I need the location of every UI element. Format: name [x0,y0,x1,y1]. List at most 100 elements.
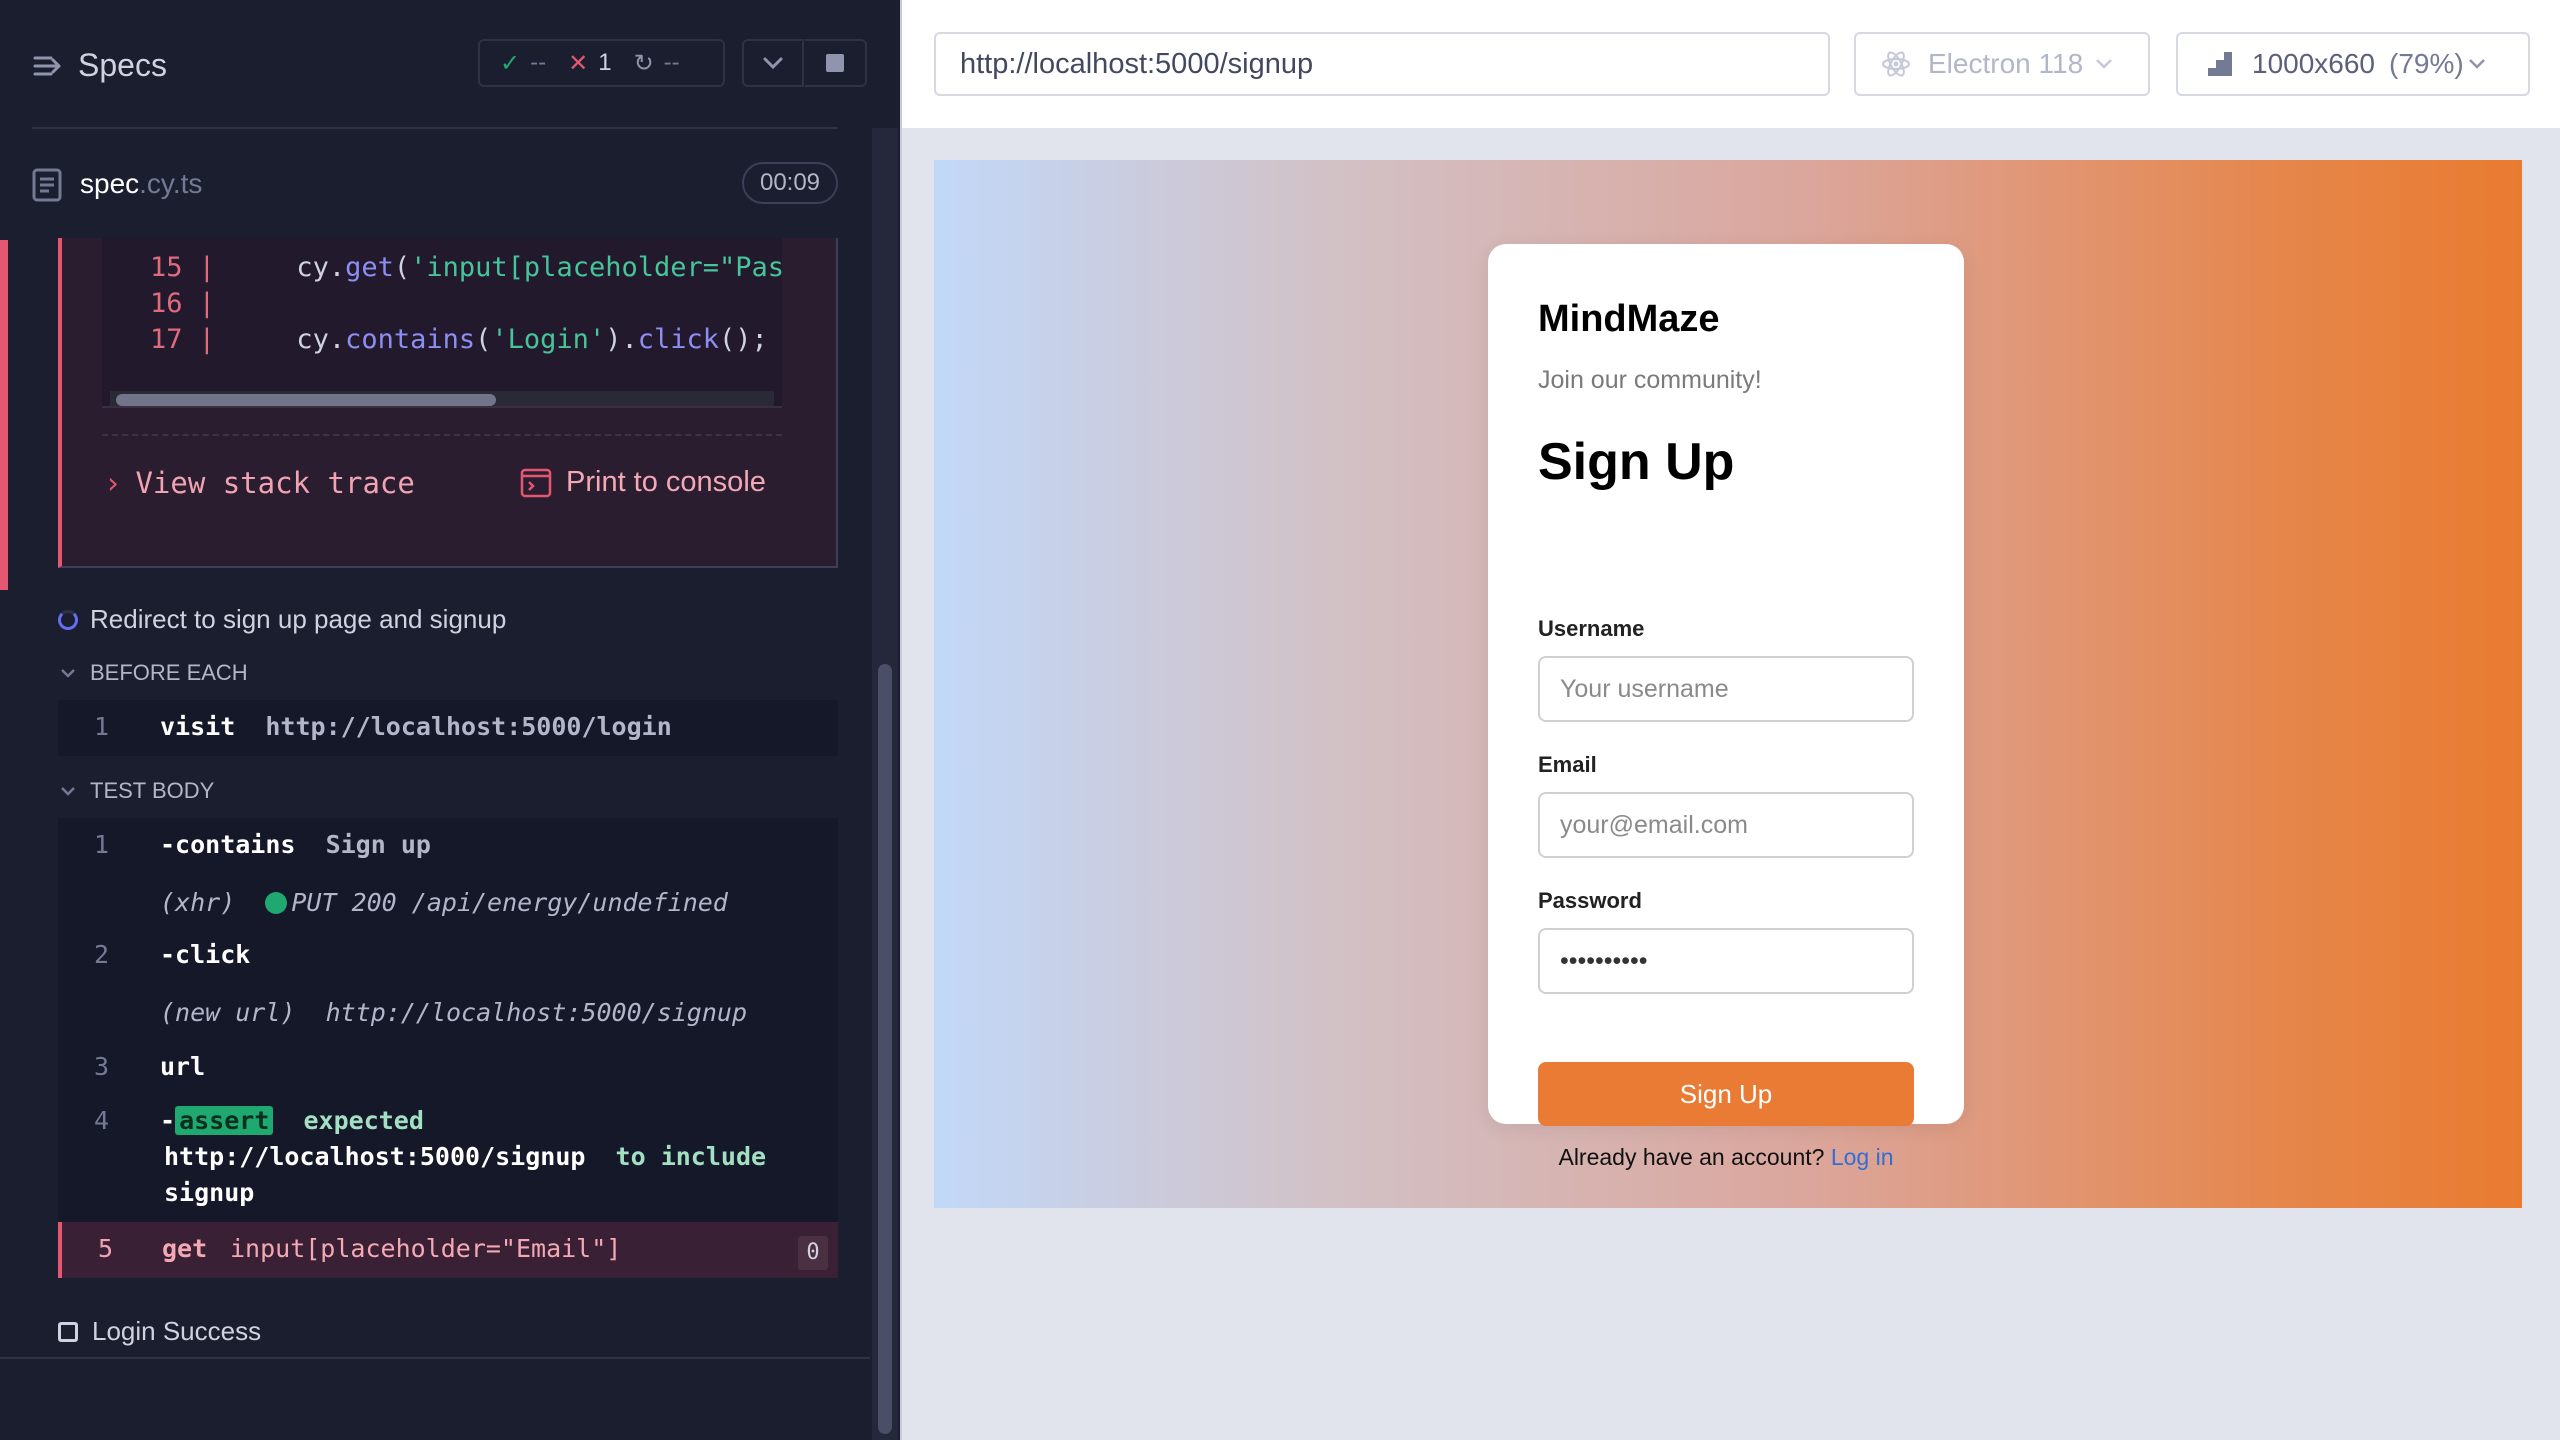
reporter-panel: Specs ✓ -- ✕ 1 ↻ -- spec.cy.ts 00:09 15 … [0,0,900,1440]
email-label: Email [1538,752,1597,777]
test-title-label: Login Success [92,1316,262,1346]
viewport-selector[interactable]: 1000x660 (79%) [2176,32,2530,96]
command-number: 5 [98,1234,114,1263]
chevron-right-icon: › [104,466,122,500]
command-name: get [162,1234,208,1263]
print-to-console-button[interactable]: Print to console [520,466,766,499]
pending-stat: ↻ -- [634,49,680,78]
code-line-15: 15 | cy.get('input[placeholder="Pass [150,252,782,283]
test-title[interactable]: Redirect to sign up page and signup [58,604,506,635]
console-icon [520,468,552,497]
command-number: 1 [94,830,110,859]
code-scrollbar[interactable] [110,391,774,406]
spec-name: spec [80,168,140,199]
new-url-message: http://localhost:5000/signup [325,998,748,1027]
run-stats: ✓ -- ✕ 1 ↻ -- [478,39,725,87]
command-name: visit http://localhost:5000/login [160,712,672,741]
chevron-down-icon [2096,59,2113,69]
signup-button[interactable]: Sign Up [1538,1062,1914,1126]
command-row-get-failed[interactable]: 5 get input[placeholder="Email"] 0 [58,1222,838,1278]
stop-button[interactable] [805,39,867,87]
expand-toggle-button[interactable] [742,39,804,87]
viewport-zoom: (79%) [2389,48,2464,79]
email-input[interactable] [1538,792,1914,858]
before-each-hook-label[interactable]: BEFORE EACH [60,660,248,686]
url-field[interactable]: http://localhost:5000/signup [934,32,1830,96]
command-row-assert[interactable]: 4 - assert expected http://localhost:5000… [58,1106,838,1216]
element-count-badge: 0 [798,1236,828,1270]
chevron-down-icon [2468,59,2485,69]
file-icon [32,168,62,202]
browser-name: Electron 118 [1928,48,2084,79]
username-input[interactable] [1538,656,1914,722]
command-message: http://localhost:5000/login [265,712,672,741]
aut-pane: http://localhost:5000/signup Electron 11… [900,0,2560,1440]
page-title: Sign Up [1538,433,1735,491]
password-label: Password [1538,888,1642,913]
error-panel: 15 | cy.get('input[placeholder="Pass 16 … [58,238,838,568]
xhr-message: PUT 200 /api/energy/undefined [291,888,728,917]
specs-title[interactable]: Specs [78,47,167,84]
spinner-icon [58,609,78,630]
spec-ext: .cy.ts [139,168,203,199]
spec-file-row: spec.cy.ts 00:09 [32,160,838,208]
code-frame: 15 | cy.get('input[placeholder="Pass 16 … [102,238,782,408]
failed-stat: ✕ 1 [568,49,611,78]
xhr-log: (xhr) PUT 200 /api/energy/undefined [160,888,728,917]
test-body-commands: 1 -contains Sign up (xhr) PUT 200 /api/e… [58,818,838,1222]
duration-badge: 00:09 [742,162,838,204]
tagline: Join our community! [1538,366,1762,394]
brand-title: MindMaze [1538,298,1720,340]
new-url-log: (new url) http://localhost:5000/signup [160,998,748,1027]
before-each-label: BEFORE EACH [90,660,248,685]
viewport-icon [2208,52,2232,76]
failure-indicator [0,240,8,590]
x-icon: ✕ [568,49,589,77]
chevron-down-icon [61,787,75,796]
assert-value: signup [164,1178,255,1207]
login-prompt-text: Already have an account? [1558,1144,1825,1170]
pending-count: -- [663,49,680,76]
chevron-down-icon [763,57,783,70]
failed-count: 1 [598,49,612,76]
checkbox-icon [58,1321,78,1342]
command-number: 1 [94,712,110,741]
command-message: input[placeholder="Email"] [230,1234,622,1263]
command-name: -contains Sign up [160,830,431,859]
view-stack-trace-button[interactable]: › View stack trace [104,466,415,500]
username-label: Username [1538,616,1645,641]
passed-count: -- [530,49,547,76]
view-stack-trace-label: View stack trace [135,466,415,500]
signup-card: MindMaze Join our community! Sign Up Use… [1488,244,1964,1170]
command-number: 3 [94,1052,110,1081]
command-number: 4 [94,1106,110,1135]
browser-toolbar: http://localhost:5000/signup Electron 11… [902,0,2560,128]
code-line-17: 17 | cy.contains('Login').click(); [150,324,768,355]
app-viewport: MindMaze Join our community! Sign Up Use… [934,160,2522,1208]
bottom-divider [0,1357,870,1359]
print-to-console-label: Print to console [566,466,766,498]
password-input[interactable] [1538,928,1914,994]
login-prompt: Already have an account? Log in [1488,1144,1964,1171]
reporter-scrollbar[interactable] [872,128,898,1440]
command-number: 2 [94,940,110,969]
viewport-size: 1000x660 [2252,48,2376,79]
test-title-label: Redirect to sign up page and signup [90,604,507,634]
reporter-scrollbar-thumb[interactable] [878,664,892,1434]
before-each-commands: 1 visit http://localhost:5000/login [58,700,838,756]
electron-icon [1882,51,1910,77]
error-divider [102,434,782,436]
code-line-16: 16 | [150,288,216,319]
stop-icon [826,54,844,72]
test-title-login-success[interactable]: Login Success [58,1316,261,1347]
spec-filename[interactable]: spec.cy.ts [80,168,202,200]
assert-detail: http://localhost:5000/signup to include [164,1142,767,1171]
login-link[interactable]: Log in [1831,1144,1894,1170]
code-scrollbar-thumb[interactable] [116,394,496,406]
test-body-label-row[interactable]: TEST BODY [60,778,214,804]
command-name: - assert expected [160,1106,424,1135]
reporter-header: Specs ✓ -- ✕ 1 ↻ -- [0,0,900,130]
assert-badge: assert [175,1106,274,1135]
specs-icon[interactable] [32,50,64,82]
browser-selector[interactable]: Electron 118 [1854,32,2150,96]
